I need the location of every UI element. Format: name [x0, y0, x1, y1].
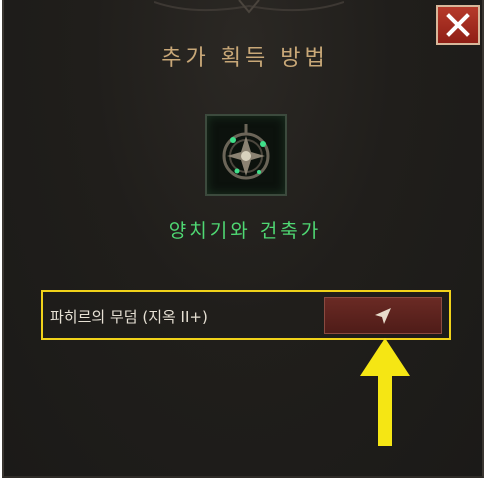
pointer-arrow-annotation	[360, 338, 410, 446]
navigate-arrow-icon	[375, 307, 391, 324]
dialog-title: 추가 획득 방법	[161, 46, 329, 71]
source-location-label: 파히르의 무덤 (지옥 II+)	[50, 308, 208, 326]
item-icon-frame[interactable]	[205, 114, 287, 196]
acquisition-source-row: 파히르의 무덤 (지옥 II+)	[41, 290, 451, 340]
close-icon	[446, 13, 470, 37]
navigate-button[interactable]	[324, 297, 442, 334]
item-name: 양치기와 건축가	[168, 220, 322, 242]
amulet-icon	[222, 124, 270, 180]
close-button[interactable]	[436, 5, 480, 45]
ornament-decoration	[154, 0, 344, 14]
